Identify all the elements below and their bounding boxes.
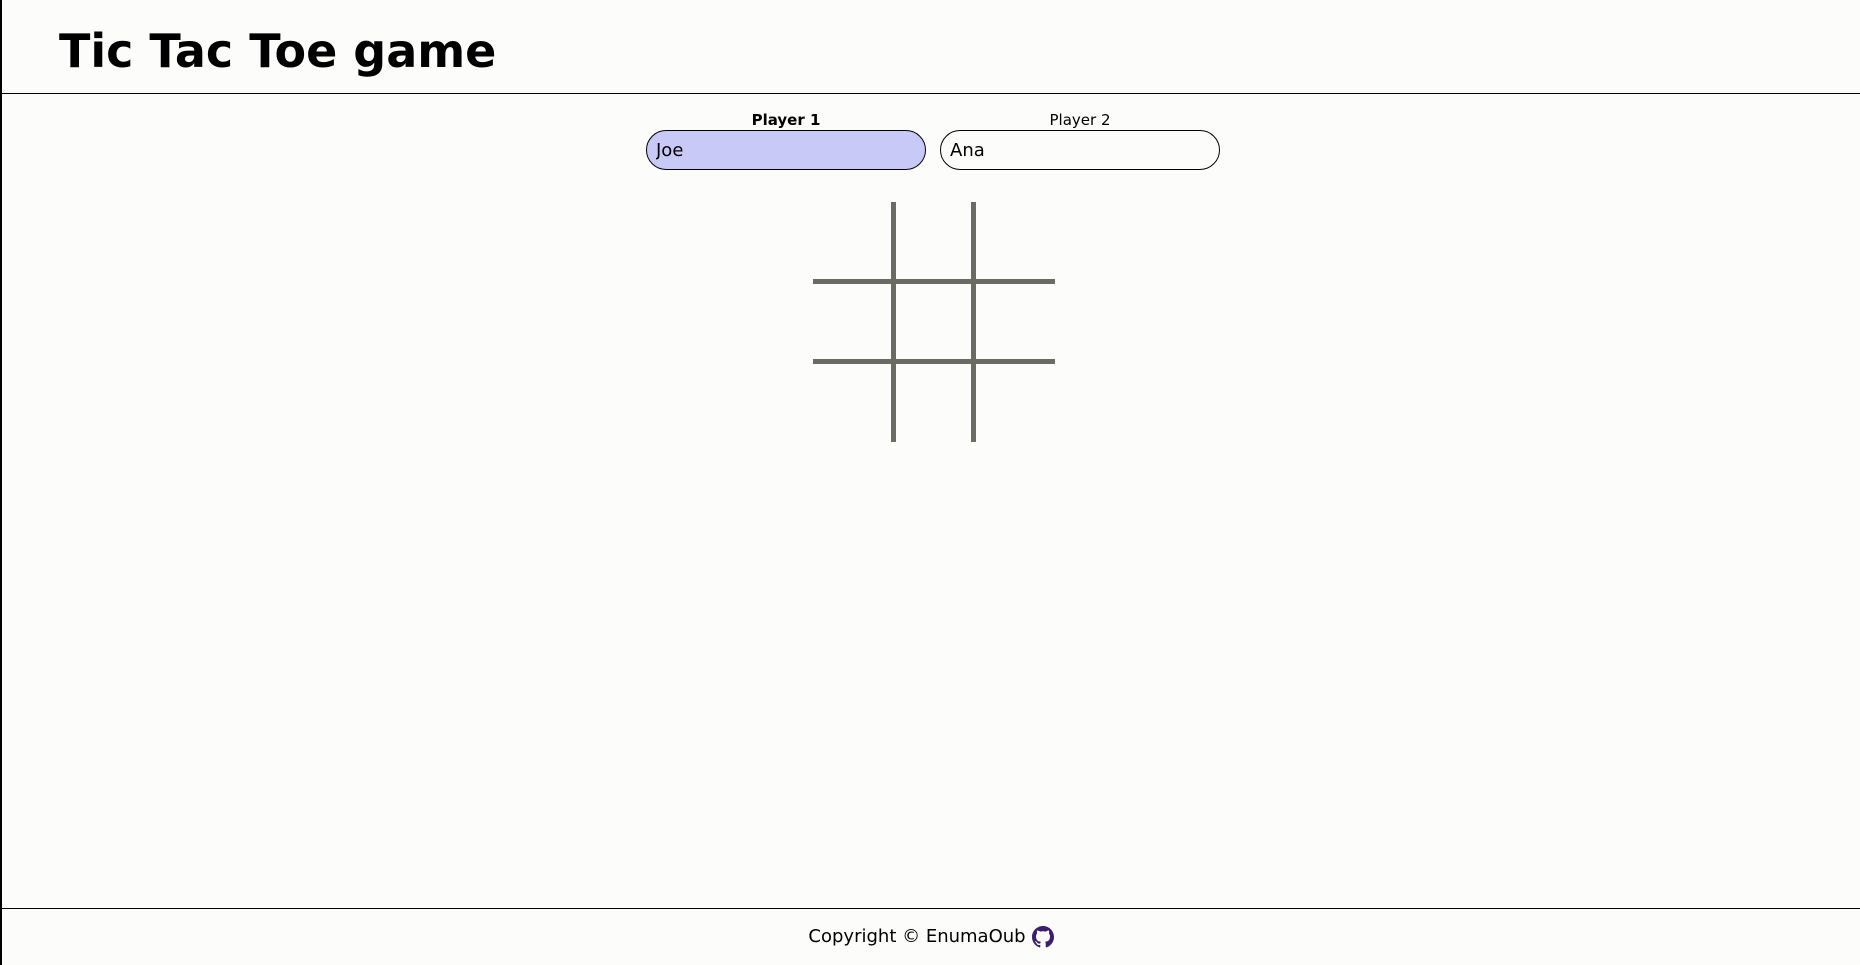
board-cell-2[interactable] (974, 202, 1055, 282)
board-cell-6[interactable] (813, 362, 894, 442)
copyright-text: Copyright © EnumaOub (808, 926, 1026, 947)
player-1-label: Player 1 (751, 111, 821, 129)
github-icon[interactable] (1031, 926, 1054, 948)
board-cell-7[interactable] (894, 362, 975, 442)
player-2-name-input[interactable] (940, 130, 1220, 170)
board-cell-8[interactable] (974, 362, 1055, 442)
page: Tic Tac Toe game Player 1 Player 2 Copyr… (0, 0, 1860, 965)
player-2-label: Player 2 (1049, 111, 1111, 129)
board-cell-1[interactable] (894, 202, 975, 282)
game-board (813, 202, 1055, 442)
players-section: Player 1 Player 2 (2, 110, 1860, 174)
footer-content: Copyright © EnumaOub (808, 926, 1054, 948)
page-title: Tic Tac Toe game (59, 24, 497, 78)
header: Tic Tac Toe game (2, 0, 1860, 94)
board-cell-0[interactable] (813, 202, 894, 282)
footer: Copyright © EnumaOub (2, 908, 1860, 965)
player-1-name-input[interactable] (646, 130, 926, 170)
player-2: Player 2 (940, 110, 1220, 170)
player-1: Player 1 (646, 110, 926, 170)
board-cell-4[interactable] (894, 282, 975, 362)
board-cell-5[interactable] (974, 282, 1055, 362)
board-cell-3[interactable] (813, 282, 894, 362)
